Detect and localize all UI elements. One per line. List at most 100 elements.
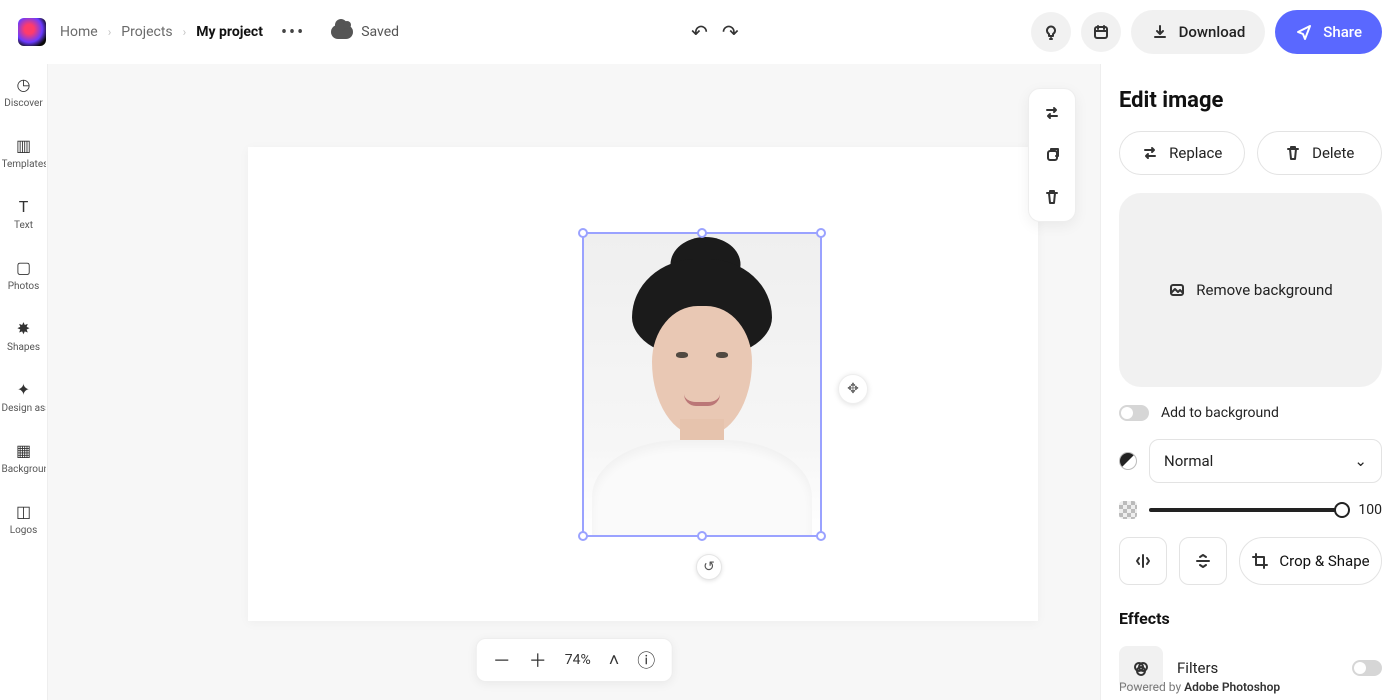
move-handle[interactable]: ✥	[838, 374, 868, 404]
opacity-slider-knob[interactable]	[1334, 502, 1350, 518]
image-remove-icon	[1168, 281, 1186, 299]
rotate-handle[interactable]: ↺	[696, 554, 722, 580]
rail-label: Discover	[2, 98, 46, 109]
undo-icon[interactable]: ↶	[691, 20, 708, 44]
zoom-out-icon[interactable]: －	[493, 647, 511, 673]
share-label: Share	[1323, 23, 1362, 41]
opacity-icon	[1119, 501, 1137, 519]
download-button[interactable]: Download	[1131, 10, 1266, 54]
rail-item-discover[interactable]: ◷ Discover	[0, 74, 48, 109]
remove-background-button[interactable]: Remove background	[1119, 193, 1382, 387]
resize-handle-tr[interactable]	[816, 228, 826, 238]
breadcrumb: Home › Projects › My project	[60, 24, 263, 40]
save-status: Saved	[331, 24, 399, 40]
resize-handle-tm[interactable]	[697, 228, 707, 238]
add-to-background-label: Add to background	[1161, 405, 1279, 421]
rail-item-shapes[interactable]: ✸ Shapes	[0, 318, 48, 353]
transform-row: Crop & Shape	[1119, 537, 1382, 585]
flip-vertical-button[interactable]	[1179, 537, 1227, 585]
flip-h-icon	[1134, 552, 1152, 570]
portrait-placeholder	[584, 234, 820, 535]
send-icon	[1295, 23, 1313, 41]
selected-image[interactable]	[582, 232, 822, 537]
filters-label: Filters	[1177, 659, 1338, 677]
rail-item-templates[interactable]: ▥ Templates	[0, 135, 48, 170]
grid-icon: ▦	[14, 440, 34, 460]
rail-label: Design assets	[2, 403, 46, 414]
footer-prefix: Powered by	[1119, 680, 1184, 694]
opacity-slider[interactable]	[1149, 508, 1346, 512]
filters-toggle[interactable]	[1352, 660, 1382, 676]
rail-item-text[interactable]: T Text	[0, 196, 48, 231]
opacity-value: 100	[1358, 502, 1382, 518]
chevron-up-icon[interactable]: ˄	[609, 650, 620, 671]
swap-icon	[1141, 144, 1159, 162]
top-bar: Home › Projects › My project ••• Saved ↶…	[0, 0, 1400, 64]
panel-footer: Powered by Adobe Photoshop	[1119, 680, 1280, 694]
app-body: ◷ Discover ▥ Templates T Text ▢ Photos ✸…	[0, 64, 1400, 700]
rail-item-design-assets[interactable]: ✦ Design assets	[0, 379, 48, 414]
resize-handle-bm[interactable]	[697, 531, 707, 541]
replace-button[interactable]: Replace	[1119, 131, 1245, 175]
add-to-background-toggle[interactable]	[1119, 405, 1149, 421]
zoom-level: 74%	[565, 652, 591, 668]
opacity-row: 100	[1119, 501, 1382, 519]
image-icon: ▢	[14, 257, 34, 277]
delete-button[interactable]: Delete	[1257, 131, 1383, 175]
info-icon[interactable]: ⓘ	[637, 647, 655, 673]
redo-icon[interactable]: ↷	[722, 20, 739, 44]
breadcrumb-projects[interactable]: Projects	[121, 24, 172, 40]
duplicate-icon	[1043, 146, 1061, 164]
footer-brand: Adobe Photoshop	[1184, 680, 1280, 694]
breadcrumb-current[interactable]: My project	[196, 24, 263, 40]
calendar-icon	[1092, 23, 1110, 41]
download-label: Download	[1179, 23, 1246, 41]
breadcrumb-home[interactable]: Home	[60, 24, 98, 40]
zoom-in-icon[interactable]: ＋	[529, 647, 547, 673]
edit-image-panel: Edit image Replace Delete Remove backgro…	[1100, 64, 1400, 700]
crop-shape-label: Crop & Shape	[1279, 552, 1369, 570]
lightbulb-icon	[1042, 23, 1060, 41]
undo-redo-group: ↶ ↷	[691, 20, 739, 44]
crop-icon	[1251, 552, 1269, 570]
hint-button[interactable]	[1031, 12, 1071, 52]
blend-mode-select[interactable]: Normal ⌄	[1149, 439, 1382, 483]
share-button[interactable]: Share	[1275, 10, 1382, 54]
flip-horizontal-button[interactable]	[1119, 537, 1167, 585]
trash-icon	[1043, 188, 1061, 206]
app-logo[interactable]	[18, 18, 46, 46]
chevron-down-icon: ⌄	[1354, 452, 1367, 470]
zoom-bar: － ＋ 74% ˄ ⓘ	[476, 638, 673, 682]
top-actions: Download Share	[1031, 10, 1382, 54]
rail-item-logos[interactable]: ◫ Logos	[0, 501, 48, 536]
rail-item-backgrounds[interactable]: ▦ Backgrounds	[0, 440, 48, 475]
effects-title: Effects	[1119, 609, 1382, 628]
compass-icon: ◷	[14, 74, 34, 94]
swap-icon	[1043, 104, 1061, 122]
remove-bg-label: Remove background	[1196, 281, 1332, 299]
canvas-area[interactable]: ↺ ✥ － ＋ 74% ˄ ⓘ	[48, 64, 1100, 700]
add-to-background-row: Add to background	[1119, 405, 1382, 421]
canvas-float-toolbar	[1028, 88, 1076, 222]
layout-icon: ▥	[14, 135, 34, 155]
duplicate-tool[interactable]	[1036, 139, 1068, 171]
crop-shape-button[interactable]: Crop & Shape	[1239, 537, 1382, 585]
resize-handle-bl[interactable]	[578, 531, 588, 541]
resize-handle-tl[interactable]	[578, 228, 588, 238]
rail-label: Shapes	[2, 342, 46, 353]
cloud-icon	[331, 25, 353, 39]
panel-primary-actions: Replace Delete	[1119, 131, 1382, 175]
chevron-right-icon: ›	[108, 25, 112, 39]
resize-handle-br[interactable]	[816, 531, 826, 541]
more-menu-icon[interactable]: •••	[281, 22, 305, 43]
delete-tool[interactable]	[1036, 181, 1068, 213]
rail-label: Templates	[2, 159, 46, 170]
swap-tool[interactable]	[1036, 97, 1068, 129]
rail-item-photos[interactable]: ▢ Photos	[0, 257, 48, 292]
blend-mode-row: Normal ⌄	[1119, 439, 1382, 483]
blend-swatch-icon	[1119, 452, 1137, 470]
flip-v-icon	[1194, 552, 1212, 570]
sparkle-icon: ✦	[14, 379, 34, 399]
calendar-button[interactable]	[1081, 12, 1121, 52]
rail-label: Logos	[2, 525, 46, 536]
